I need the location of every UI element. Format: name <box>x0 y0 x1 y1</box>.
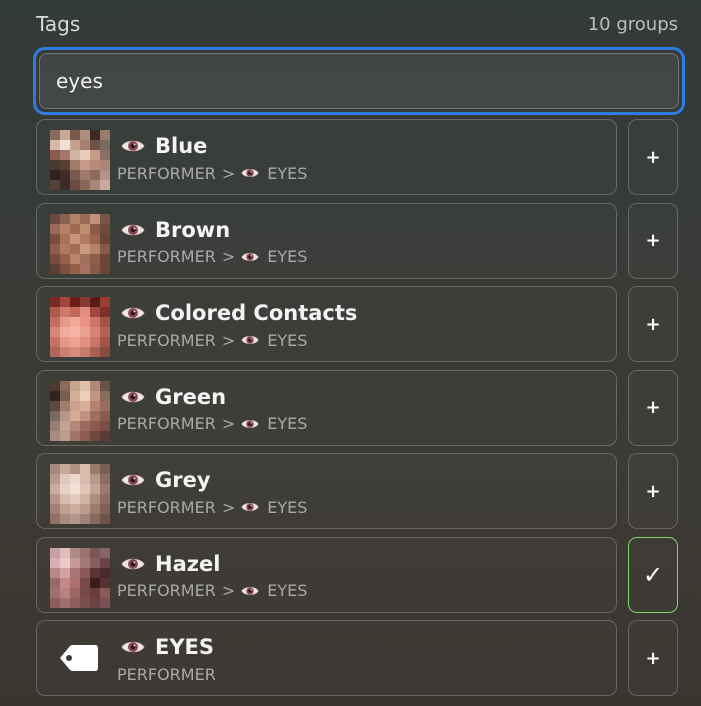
tag-title-line: EYES <box>121 632 214 662</box>
eye-icon <box>241 334 259 346</box>
tag-card[interactable]: Blue PERFORMER > EYES <box>36 119 617 195</box>
tag-thumbnail <box>50 547 110 608</box>
tag-path: PERFORMER <box>117 664 216 684</box>
tag-thumbnail <box>50 297 110 357</box>
tags-title: Tags <box>36 12 81 36</box>
path-root: PERFORMER <box>117 664 216 684</box>
tag-path: PERFORMER > EYES <box>117 414 307 434</box>
add-tag-button[interactable]: + <box>628 202 678 279</box>
add-tag-button[interactable]: + <box>628 119 678 195</box>
tag-name: EYES <box>155 635 215 659</box>
path-separator: > <box>221 247 236 266</box>
eye-icon <box>121 138 145 154</box>
tag-row: Blue PERFORMER > EYES + <box>36 119 678 195</box>
tag-title-line: Grey <box>121 465 211 495</box>
eye-icon <box>121 472 145 488</box>
path-separator: > <box>221 163 236 183</box>
tag-thumbnail <box>50 130 110 190</box>
path-root: PERFORMER <box>117 330 216 350</box>
tag-search-input[interactable] <box>39 53 679 109</box>
tag-name: Brown <box>155 217 231 242</box>
tag-title-line: Blue <box>121 131 207 161</box>
tag-icon <box>60 645 98 671</box>
eye-icon <box>241 585 259 597</box>
path-root: PERFORMER <box>117 581 216 600</box>
path-separator: > <box>221 497 236 517</box>
tag-title-line: Hazel <box>121 549 220 579</box>
add-tag-button[interactable]: + <box>628 286 678 362</box>
add-tag-button[interactable]: + <box>628 620 678 696</box>
path-parent: EYES <box>267 581 308 600</box>
tag-row: Grey PERFORMER > EYES + <box>36 453 678 529</box>
eye-icon <box>121 639 145 655</box>
tag-name: Hazel <box>155 551 221 576</box>
tag-title-line: Green <box>121 382 226 412</box>
path-separator: > <box>221 581 236 600</box>
tag-row: Hazel PERFORMER > EYES ✓ <box>36 536 678 613</box>
tag-row: Colored Contacts PERFORMER > EYES + <box>36 286 678 362</box>
path-root: PERFORMER <box>117 247 216 266</box>
add-tag-button[interactable]: + <box>628 369 678 446</box>
tag-name: Grey <box>155 468 211 492</box>
tag-path: PERFORMER > EYES <box>117 163 307 183</box>
path-parent: EYES <box>267 247 308 266</box>
path-parent: EYES <box>267 414 308 433</box>
group-count: 10 groups <box>587 13 678 35</box>
eye-icon <box>121 222 145 238</box>
tag-thumbnail <box>50 213 110 274</box>
eye-icon <box>121 305 145 321</box>
tags-header: Tags 10 groups <box>36 10 678 38</box>
search-focus-ring <box>33 47 685 115</box>
tag-card[interactable]: Grey PERFORMER > EYES <box>36 453 617 529</box>
eye-icon <box>241 251 259 263</box>
tag-card[interactable]: EYES PERFORMER <box>36 620 617 696</box>
tag-thumbnail <box>50 380 110 441</box>
path-parent: EYES <box>267 330 308 350</box>
eye-icon <box>241 501 259 513</box>
eye-icon <box>121 389 145 405</box>
tag-row: EYES PERFORMER + <box>36 620 678 696</box>
tag-name: Green <box>155 384 227 409</box>
path-separator: > <box>221 330 236 350</box>
tag-name: Colored Contacts <box>155 301 358 325</box>
tag-name: Blue <box>155 134 208 158</box>
eye-icon <box>121 556 145 572</box>
path-root: PERFORMER <box>117 497 216 517</box>
tag-results-list: Blue PERFORMER > EYES + Brown PERFORMER > EYES + C… <box>36 119 678 704</box>
path-root: PERFORMER <box>117 163 216 183</box>
tag-title-line: Brown <box>121 215 230 245</box>
tag-path: PERFORMER > EYES <box>117 581 307 601</box>
tag-card[interactable]: Brown PERFORMER > EYES <box>36 202 617 279</box>
path-parent: EYES <box>267 497 308 517</box>
tag-row: Brown PERFORMER > EYES + <box>36 202 678 279</box>
path-parent: EYES <box>267 163 308 183</box>
tag-row: Green PERFORMER > EYES + <box>36 369 678 446</box>
tag-thumbnail <box>50 464 110 524</box>
eye-icon <box>241 418 259 430</box>
tag-card[interactable]: Hazel PERFORMER > EYES <box>36 536 617 613</box>
tag-card[interactable]: Colored Contacts PERFORMER > EYES <box>36 286 617 362</box>
tag-path: PERFORMER > EYES <box>117 247 307 267</box>
tag-title-line: Colored Contacts <box>121 298 357 328</box>
tag-path: PERFORMER > EYES <box>117 497 307 517</box>
path-separator: > <box>221 414 236 433</box>
tag-path: PERFORMER > EYES <box>117 330 307 350</box>
tag-card[interactable]: Green PERFORMER > EYES <box>36 369 617 446</box>
add-tag-button[interactable]: + <box>628 453 678 529</box>
eye-icon <box>241 167 259 179</box>
path-root: PERFORMER <box>117 414 216 433</box>
selected-check-button[interactable]: ✓ <box>628 536 678 613</box>
